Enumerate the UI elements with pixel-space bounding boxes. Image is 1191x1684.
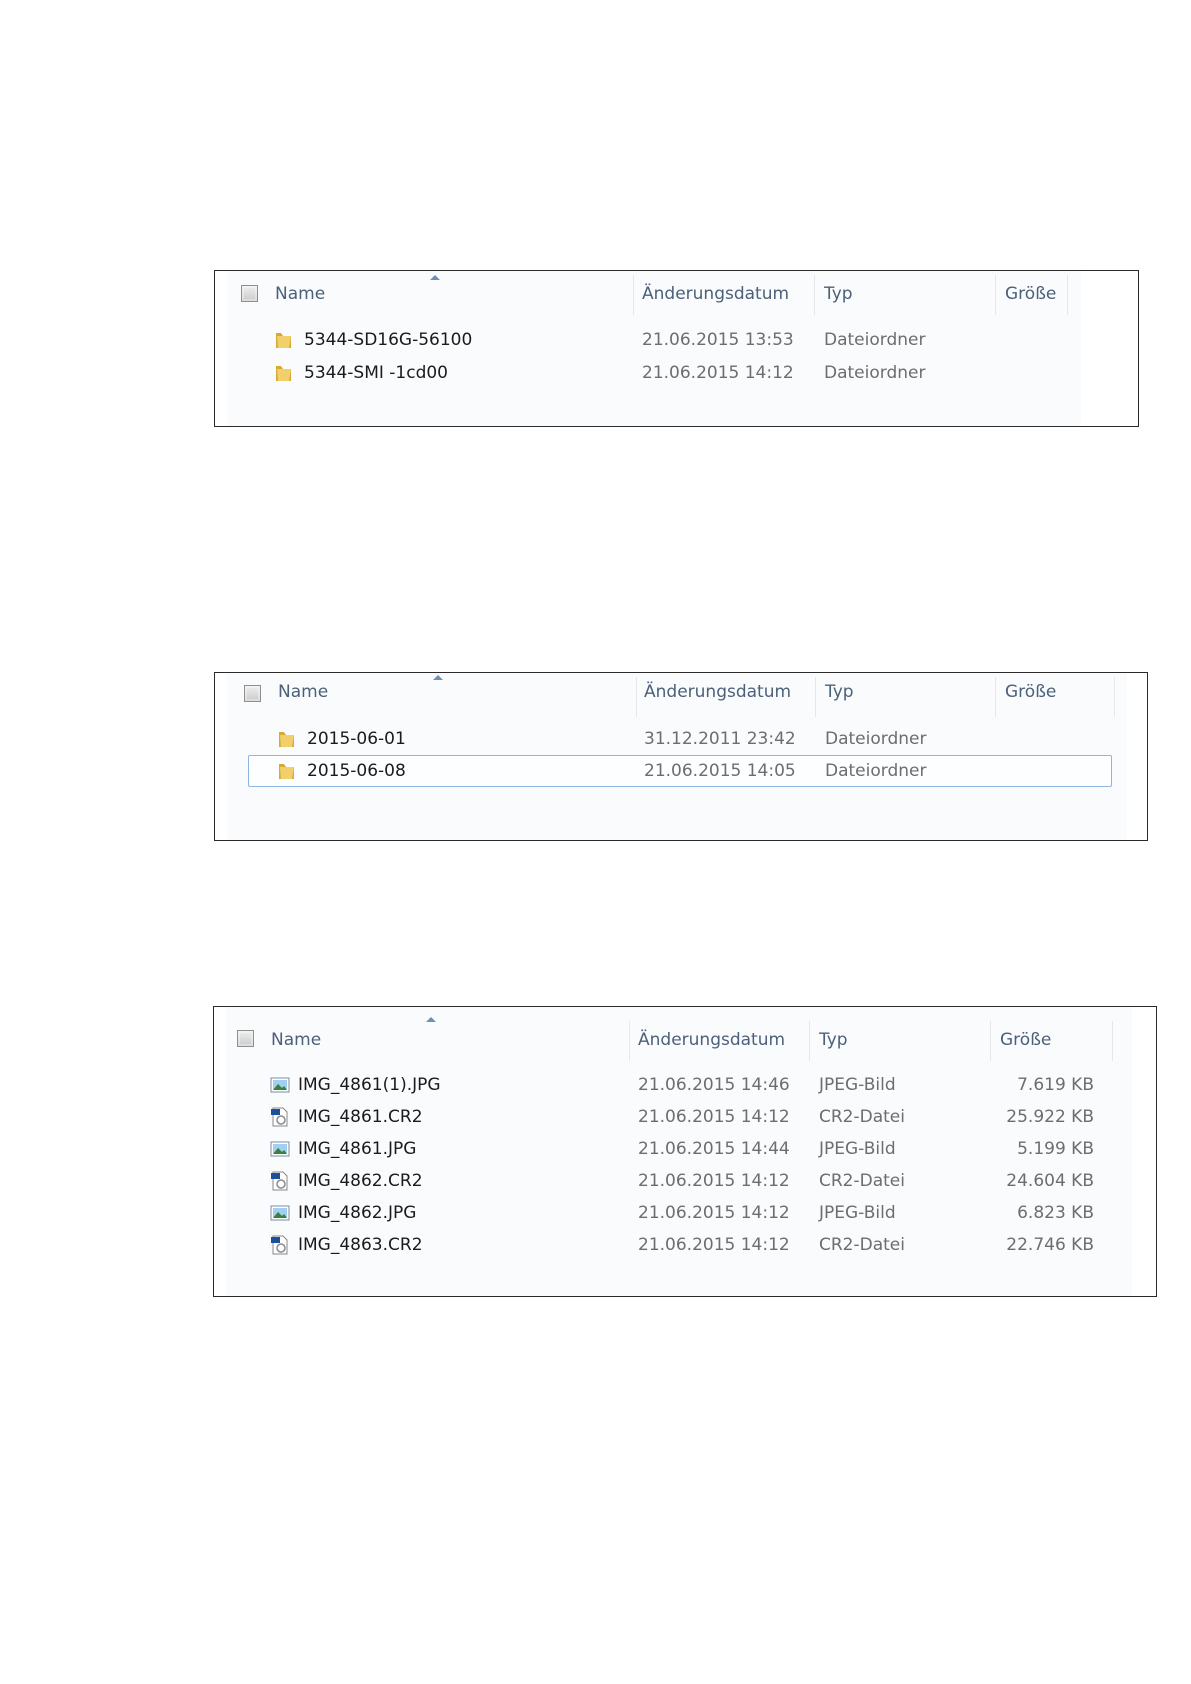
file-type: CR2-Datei — [819, 1235, 905, 1255]
folder-icon — [276, 366, 291, 381]
folder-icon — [279, 732, 294, 747]
sort-ascending-icon — [433, 675, 443, 680]
file-name: IMG_4862.CR2 — [298, 1171, 423, 1191]
file-type: CR2-Datei — [819, 1171, 905, 1191]
file-name: IMG_4861(1).JPG — [298, 1075, 441, 1095]
file-date: 21.06.2015 14:12 — [638, 1203, 790, 1223]
column-header-type[interactable]: Typ — [819, 1017, 848, 1063]
cr2-file-icon — [271, 1171, 288, 1191]
folder-icon — [276, 333, 291, 348]
file-date: 21.06.2015 13:53 — [642, 330, 794, 350]
column-header-row: Name Änderungsdatum Typ Größe — [214, 1017, 1156, 1063]
file-type: CR2-Datei — [819, 1107, 905, 1127]
list-item[interactable]: IMG_4861(1).JPG 21.06.2015 14:46 JPEG-Bi… — [214, 1069, 1156, 1101]
column-separator[interactable] — [636, 677, 637, 717]
list-item[interactable]: 5344-SMI -1cd00 21.06.2015 14:12 Dateior… — [215, 357, 1138, 389]
folder-icon — [279, 764, 294, 779]
list-item-selected[interactable]: 2015-06-08 21.06.2015 14:05 Dateiordner — [215, 755, 1147, 787]
file-type: Dateiordner — [824, 330, 926, 350]
file-list-panel-1: Name Änderungsdatum Typ Größe 5344-SD16G… — [214, 270, 1139, 427]
file-type: JPEG-Bild — [819, 1139, 896, 1159]
file-list-panel-2: Name Änderungsdatum Typ Größe 2015-06-01… — [214, 672, 1148, 841]
file-name: 5344-SD16G-56100 — [304, 330, 473, 350]
column-header-size[interactable]: Größe — [1000, 1017, 1051, 1063]
list-item[interactable]: 5344-SD16G-56100 21.06.2015 13:53 Dateio… — [215, 324, 1138, 356]
column-header-name[interactable]: Name — [278, 669, 328, 715]
column-header-date[interactable]: Änderungsdatum — [642, 271, 789, 317]
column-separator[interactable] — [995, 275, 996, 315]
column-header-type[interactable]: Typ — [825, 669, 854, 715]
file-name: 2015-06-08 — [307, 761, 406, 781]
file-type: Dateiordner — [824, 363, 926, 383]
file-date: 21.06.2015 14:12 — [638, 1171, 790, 1191]
file-size: 6.823 KB — [1017, 1203, 1094, 1223]
column-separator[interactable] — [1112, 1021, 1113, 1061]
file-date: 21.06.2015 14:05 — [644, 761, 796, 781]
file-date: 21.06.2015 14:44 — [638, 1139, 790, 1159]
file-name: IMG_4863.CR2 — [298, 1235, 423, 1255]
column-separator[interactable] — [814, 275, 815, 315]
column-header-name[interactable]: Name — [275, 271, 325, 317]
file-date: 21.06.2015 14:12 — [642, 363, 794, 383]
column-separator[interactable] — [990, 1021, 991, 1061]
select-all-checkbox[interactable] — [237, 1030, 254, 1047]
column-header-name[interactable]: Name — [271, 1017, 321, 1063]
file-date: 21.06.2015 14:12 — [638, 1235, 790, 1255]
file-date: 31.12.2011 23:42 — [644, 729, 796, 749]
file-type: JPEG-Bild — [819, 1203, 896, 1223]
column-header-date[interactable]: Änderungsdatum — [638, 1017, 785, 1063]
file-size: 24.604 KB — [1006, 1171, 1094, 1191]
list-item[interactable]: IMG_4862.CR2 21.06.2015 14:12 CR2-Datei … — [214, 1165, 1156, 1197]
select-all-checkbox[interactable] — [244, 685, 261, 702]
jpeg-image-icon — [270, 1077, 290, 1093]
column-separator[interactable] — [995, 677, 996, 717]
sort-ascending-icon — [430, 275, 440, 280]
column-header-row: Name Änderungsdatum Typ Größe — [215, 271, 1138, 317]
list-item[interactable]: 2015-06-01 31.12.2011 23:42 Dateiordner — [215, 723, 1147, 755]
jpeg-image-icon — [270, 1205, 290, 1221]
list-item[interactable]: IMG_4861.CR2 21.06.2015 14:12 CR2-Datei … — [214, 1101, 1156, 1133]
column-separator[interactable] — [633, 275, 634, 315]
column-header-date[interactable]: Änderungsdatum — [644, 669, 791, 715]
column-separator[interactable] — [629, 1021, 630, 1061]
file-size: 22.746 KB — [1006, 1235, 1094, 1255]
file-type: Dateiordner — [825, 761, 927, 781]
list-item[interactable]: IMG_4863.CR2 21.06.2015 14:12 CR2-Datei … — [214, 1229, 1156, 1261]
cr2-file-icon — [271, 1107, 288, 1127]
list-item[interactable]: IMG_4862.JPG 21.06.2015 14:12 JPEG-Bild … — [214, 1197, 1156, 1229]
file-size: 25.922 KB — [1006, 1107, 1094, 1127]
file-list-panel-3: Name Änderungsdatum Typ Größe IMG_4861(1… — [213, 1006, 1157, 1297]
file-type: JPEG-Bild — [819, 1075, 896, 1095]
column-separator[interactable] — [809, 1021, 810, 1061]
file-name: IMG_4861.CR2 — [298, 1107, 423, 1127]
select-all-checkbox[interactable] — [241, 285, 258, 302]
column-separator[interactable] — [1067, 275, 1068, 315]
column-header-size[interactable]: Größe — [1005, 271, 1056, 317]
sort-ascending-icon — [426, 1017, 436, 1022]
file-date: 21.06.2015 14:46 — [638, 1075, 790, 1095]
file-name: IMG_4862.JPG — [298, 1203, 417, 1223]
list-item[interactable]: IMG_4861.JPG 21.06.2015 14:44 JPEG-Bild … — [214, 1133, 1156, 1165]
column-header-row: Name Änderungsdatum Typ Größe — [215, 673, 1147, 719]
cr2-file-icon — [271, 1235, 288, 1255]
file-type: Dateiordner — [825, 729, 927, 749]
column-header-size[interactable]: Größe — [1005, 669, 1056, 715]
file-date: 21.06.2015 14:12 — [638, 1107, 790, 1127]
column-header-type[interactable]: Typ — [824, 271, 853, 317]
jpeg-image-icon — [270, 1141, 290, 1157]
file-size: 5.199 KB — [1017, 1139, 1094, 1159]
column-separator[interactable] — [815, 677, 816, 717]
file-name: 5344-SMI -1cd00 — [304, 363, 448, 383]
file-size: 7.619 KB — [1017, 1075, 1094, 1095]
column-separator[interactable] — [1114, 677, 1115, 717]
file-name: IMG_4861.JPG — [298, 1139, 417, 1159]
file-name: 2015-06-01 — [307, 729, 406, 749]
